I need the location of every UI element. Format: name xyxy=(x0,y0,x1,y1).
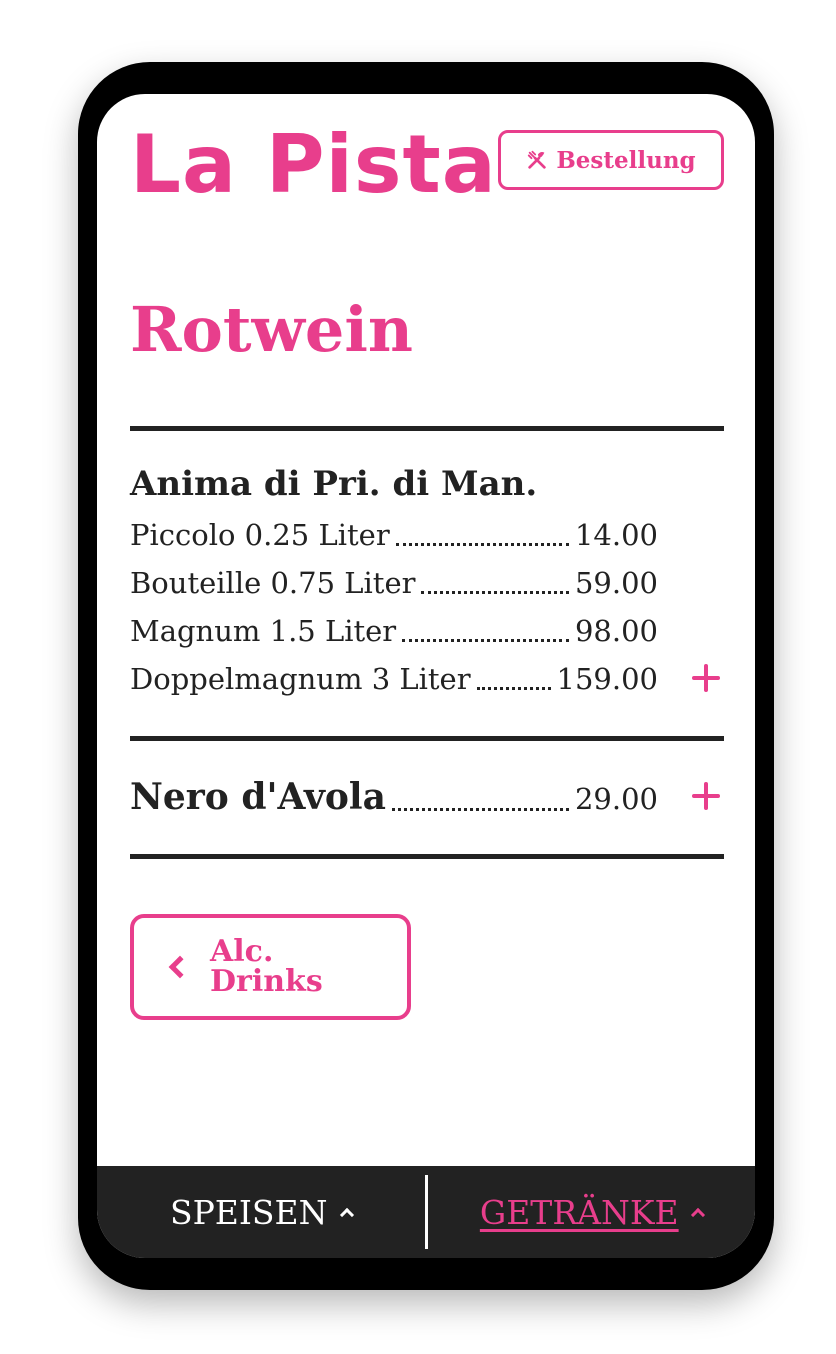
phone-frame: La Pista Bestellung Rotwein Anima di Pri… xyxy=(78,62,774,1290)
add-anima-button[interactable] xyxy=(688,660,724,696)
price: 59.00 xyxy=(574,566,658,600)
bottom-nav: SPEISEN GETRÄNKE xyxy=(97,1166,755,1258)
price-row: Magnum 1.5 Liter 98.00 xyxy=(130,611,658,651)
nav-food[interactable]: SPEISEN xyxy=(97,1166,425,1258)
size-label: Bouteille 0.75 Liter xyxy=(130,566,416,600)
item-name: Anima di Pri. di Man. xyxy=(130,462,544,506)
divider xyxy=(130,854,724,859)
back-button-label: Alc. Drinks xyxy=(210,934,323,999)
fork-knife-icon xyxy=(528,150,547,169)
item-name: Nero d'Avola xyxy=(130,776,386,818)
nav-food-label: SPEISEN xyxy=(169,1192,328,1232)
dot-leader xyxy=(421,591,569,594)
price: 29.00 xyxy=(574,782,658,816)
size-label: Doppelmagnum 3 Liter xyxy=(130,662,471,696)
dot-leader xyxy=(391,808,569,811)
price: 159.00 xyxy=(556,662,658,696)
order-button[interactable]: Bestellung xyxy=(498,130,724,190)
price-row: Doppelmagnum 3 Liter 159.00 xyxy=(130,659,658,699)
brand-logo[interactable]: La Pista xyxy=(130,120,497,210)
screen: La Pista Bestellung Rotwein Anima di Pri… xyxy=(97,94,755,1258)
nav-drinks-label: GETRÄNKE xyxy=(479,1192,679,1232)
dot-leader xyxy=(395,543,569,546)
nav-drinks[interactable]: GETRÄNKE xyxy=(428,1166,756,1258)
price-row: Bouteille 0.75 Liter 59.00 xyxy=(130,563,658,603)
add-nero-button[interactable] xyxy=(688,778,724,814)
chevron-up-icon xyxy=(339,1207,354,1223)
dot-leader xyxy=(476,687,551,690)
page-title: Rotwein xyxy=(130,293,413,366)
price: 98.00 xyxy=(574,614,658,648)
order-button-label: Bestellung xyxy=(556,146,696,174)
chevron-up-icon xyxy=(690,1207,705,1223)
header: La Pista Bestellung xyxy=(130,120,724,210)
divider xyxy=(130,426,724,431)
price-row: Nero d'Avola 29.00 xyxy=(130,774,658,820)
size-label: Piccolo 0.25 Liter xyxy=(130,518,390,552)
size-label: Magnum 1.5 Liter xyxy=(130,614,397,648)
back-to-alc-drinks-button[interactable]: Alc. Drinks xyxy=(130,914,411,1020)
price: 14.00 xyxy=(574,518,658,552)
divider xyxy=(130,736,724,741)
price-row: Piccolo 0.25 Liter 14.00 xyxy=(130,515,658,555)
dot-leader xyxy=(402,639,569,642)
chevron-left-icon xyxy=(168,955,192,979)
